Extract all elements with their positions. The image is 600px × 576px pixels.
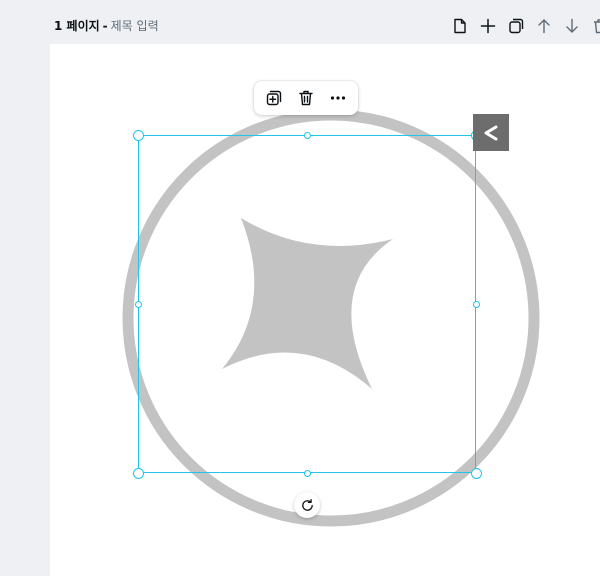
resize-handle-left[interactable] [134,300,142,308]
resize-handle-bottom[interactable] [303,469,311,477]
resize-handle-top-left[interactable] [132,129,144,141]
selection-box[interactable] [138,135,476,473]
collapse-panel-tab[interactable] [473,114,509,151]
element-toolbar [254,81,358,115]
chevron-left-icon [484,125,498,140]
resize-handle-top[interactable] [303,131,311,139]
trash-icon [299,90,313,106]
rotate-button[interactable] [294,492,320,518]
duplicate-plus-icon [266,90,282,106]
resize-handle-bottom-right[interactable] [470,467,482,479]
more-horizontal-icon [330,96,346,100]
duplicate-element-button[interactable] [260,84,288,112]
rotate-icon [301,498,313,511]
delete-element-button[interactable] [292,84,320,112]
resize-handle-bottom-left[interactable] [132,467,144,479]
resize-handle-right[interactable] [472,300,480,308]
more-options-button[interactable] [324,84,352,112]
